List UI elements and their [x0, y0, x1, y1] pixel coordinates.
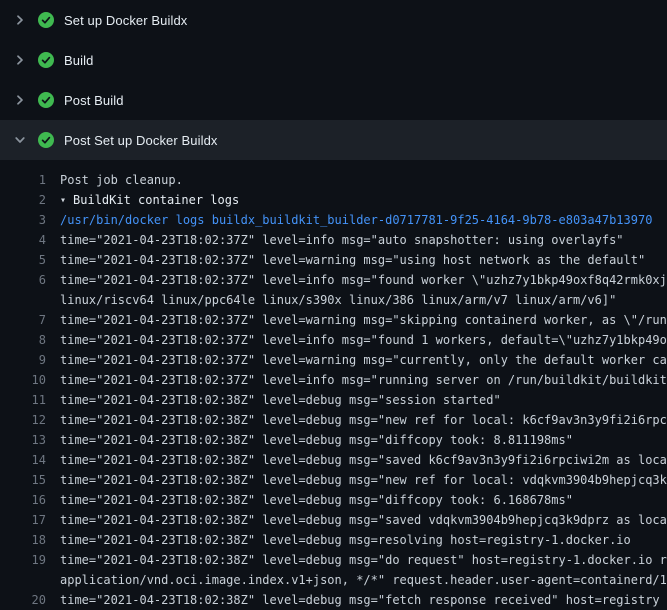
line-number[interactable]: 8	[0, 330, 46, 350]
step-header-post-set-up-docker-buildx[interactable]: Post Set up Docker Buildx	[0, 120, 667, 160]
log-line: 8 time="2021-04-23T18:02:37Z" level=info …	[0, 330, 667, 350]
line-number[interactable]: 14	[0, 450, 46, 470]
line-number[interactable]: 5	[0, 250, 46, 270]
line-number[interactable]: 19	[0, 550, 46, 570]
line-number[interactable]: 17	[0, 510, 46, 530]
step-label: Post Set up Docker Buildx	[64, 133, 218, 148]
log-line: 4 time="2021-04-23T18:02:37Z" level=info …	[0, 230, 667, 250]
log-text: time="2021-04-23T18:02:37Z" level=warnin…	[60, 250, 667, 270]
log-group-toggle[interactable]: ▾ BuildKit container logs	[60, 190, 667, 210]
log-text: time="2021-04-23T18:02:37Z" level=warnin…	[60, 310, 667, 330]
log-line: 11 time="2021-04-23T18:02:38Z" level=debu…	[0, 390, 667, 410]
line-number[interactable]: 20	[0, 590, 46, 610]
success-check-icon	[38, 92, 54, 108]
log-text: time="2021-04-23T18:02:38Z" level=debug …	[60, 490, 667, 510]
step-header-post-build[interactable]: Post Build	[0, 80, 667, 120]
log-text: time="2021-04-23T18:02:38Z" level=debug …	[60, 590, 667, 610]
log-command-text: /usr/bin/docker logs buildx_buildkit_bui…	[60, 210, 667, 230]
log-line: 13 time="2021-04-23T18:02:38Z" level=debu…	[0, 430, 667, 450]
line-number[interactable]: 4	[0, 230, 46, 250]
line-number[interactable]: 2	[0, 190, 46, 210]
line-number[interactable]: 13	[0, 430, 46, 450]
step-label: Post Build	[64, 93, 124, 108]
log-line: 7 time="2021-04-23T18:02:37Z" level=warni…	[0, 310, 667, 330]
log-line: 19 time="2021-04-23T18:02:38Z" level=debu…	[0, 550, 667, 570]
log-line: 15 time="2021-04-23T18:02:38Z" level=debu…	[0, 470, 667, 490]
log-text: time="2021-04-23T18:02:38Z" level=debug …	[60, 470, 667, 490]
chevron-right-icon	[12, 92, 28, 108]
group-caret-icon: ▾	[60, 191, 66, 210]
log-line: 18 time="2021-04-23T18:02:38Z" level=debu…	[0, 530, 667, 550]
step-header-set-up-docker-buildx[interactable]: Set up Docker Buildx	[0, 0, 667, 40]
log-line: 3/usr/bin/docker logs buildx_buildkit_bu…	[0, 210, 667, 230]
line-number[interactable]: 11	[0, 390, 46, 410]
log-text: linux/riscv64 linux/ppc64le linux/s390x …	[60, 290, 667, 310]
log-text: time="2021-04-23T18:02:38Z" level=debug …	[60, 550, 667, 570]
log-line: 6 time="2021-04-23T18:02:37Z" level=info …	[0, 270, 667, 290]
log-line: 20 time="2021-04-23T18:02:38Z" level=debu…	[0, 590, 667, 610]
log-text: application/vnd.oci.image.index.v1+json,…	[60, 570, 667, 590]
line-number[interactable]: 9	[0, 350, 46, 370]
line-number	[0, 570, 46, 590]
line-number[interactable]: 7	[0, 310, 46, 330]
log-text: time="2021-04-23T18:02:38Z" level=debug …	[60, 430, 667, 450]
log-line: 2 ▾ BuildKit container logs	[0, 190, 667, 210]
log-text: Post job cleanup.	[60, 170, 667, 190]
line-number	[0, 290, 46, 310]
log-line: 1 Post job cleanup.	[0, 170, 667, 190]
log-line: 12 time="2021-04-23T18:02:38Z" level=debu…	[0, 410, 667, 430]
log-line: linux/riscv64 linux/ppc64le linux/s390x …	[0, 290, 667, 310]
success-check-icon	[38, 12, 54, 28]
log-text: time="2021-04-23T18:02:38Z" level=debug …	[60, 450, 667, 470]
success-check-icon	[38, 132, 54, 148]
log-line: 17 time="2021-04-23T18:02:38Z" level=debu…	[0, 510, 667, 530]
log-text: time="2021-04-23T18:02:38Z" level=debug …	[60, 410, 667, 430]
line-number[interactable]: 12	[0, 410, 46, 430]
log-area: 1 Post job cleanup. 2 ▾ BuildKit container l…	[0, 160, 667, 610]
line-number[interactable]: 10	[0, 370, 46, 390]
steps-list: Set up Docker Buildx Build Post Build Post …	[0, 0, 667, 160]
log-line: 9 time="2021-04-23T18:02:37Z" level=warni…	[0, 350, 667, 370]
success-check-icon	[38, 52, 54, 68]
line-number[interactable]: 3	[0, 210, 46, 230]
log-text: time="2021-04-23T18:02:37Z" level=warnin…	[60, 350, 667, 370]
chevron-right-icon	[12, 12, 28, 28]
group-title: BuildKit container logs	[73, 193, 239, 207]
step-label: Set up Docker Buildx	[64, 13, 187, 28]
log-text: time="2021-04-23T18:02:38Z" level=debug …	[60, 510, 667, 530]
chevron-down-icon	[12, 132, 28, 148]
log-line: 5 time="2021-04-23T18:02:37Z" level=warni…	[0, 250, 667, 270]
line-number[interactable]: 18	[0, 530, 46, 550]
line-number[interactable]: 16	[0, 490, 46, 510]
log-line: 10 time="2021-04-23T18:02:37Z" level=info…	[0, 370, 667, 390]
log-line: 16 time="2021-04-23T18:02:38Z" level=debu…	[0, 490, 667, 510]
log-line: 14 time="2021-04-23T18:02:38Z" level=debu…	[0, 450, 667, 470]
log-text: time="2021-04-23T18:02:38Z" level=debug …	[60, 390, 667, 410]
log-text: time="2021-04-23T18:02:37Z" level=info m…	[60, 370, 667, 390]
line-number[interactable]: 1	[0, 170, 46, 190]
log-text: time="2021-04-23T18:02:37Z" level=info m…	[60, 330, 667, 350]
step-header-build[interactable]: Build	[0, 40, 667, 80]
log-text: time="2021-04-23T18:02:38Z" level=debug …	[60, 530, 667, 550]
log-text: time="2021-04-23T18:02:37Z" level=info m…	[60, 230, 667, 250]
actions-log-viewer: Set up Docker Buildx Build Post Build Post …	[0, 0, 667, 610]
log-line: application/vnd.oci.image.index.v1+json,…	[0, 570, 667, 590]
line-number[interactable]: 6	[0, 270, 46, 290]
step-label: Build	[64, 53, 93, 68]
log-text: time="2021-04-23T18:02:37Z" level=info m…	[60, 270, 667, 290]
line-number[interactable]: 15	[0, 470, 46, 490]
chevron-right-icon	[12, 52, 28, 68]
